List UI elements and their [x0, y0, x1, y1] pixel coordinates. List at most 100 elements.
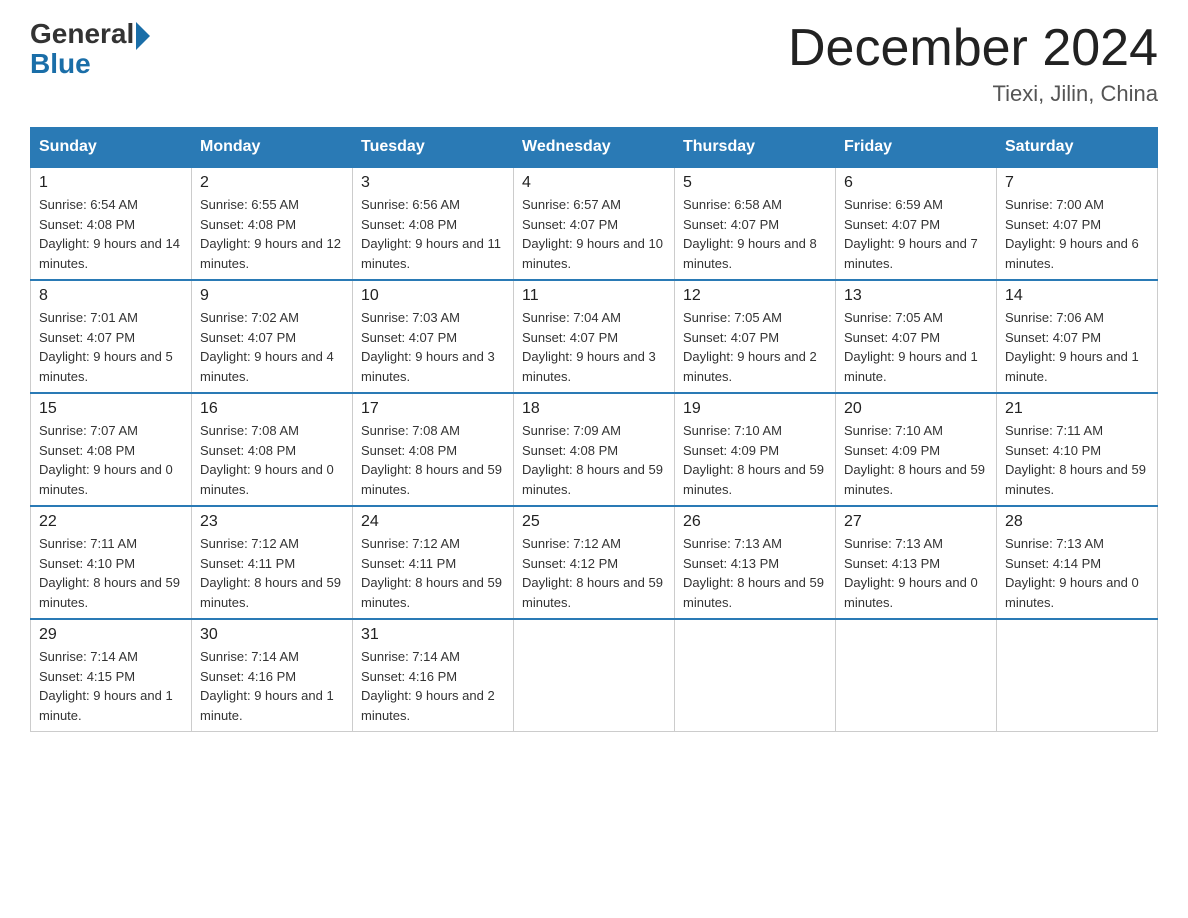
day-info: Sunrise: 7:00 AMSunset: 4:07 PMDaylight:… [1005, 195, 1149, 273]
week-row-2: 8 Sunrise: 7:01 AMSunset: 4:07 PMDaylight… [31, 280, 1158, 393]
day-info: Sunrise: 7:14 AMSunset: 4:15 PMDaylight:… [39, 647, 183, 725]
day-info: Sunrise: 7:10 AMSunset: 4:09 PMDaylight:… [844, 421, 988, 499]
day-cell: 25 Sunrise: 7:12 AMSunset: 4:12 PMDayligh… [514, 506, 675, 619]
day-number: 15 [39, 400, 183, 418]
page-header: General Blue December 2024 Tiexi, Jilin,… [30, 20, 1158, 107]
day-info: Sunrise: 7:04 AMSunset: 4:07 PMDaylight:… [522, 308, 666, 386]
day-number: 13 [844, 287, 988, 305]
week-row-5: 29 Sunrise: 7:14 AMSunset: 4:15 PMDayligh… [31, 619, 1158, 732]
day-cell: 11 Sunrise: 7:04 AMSunset: 4:07 PMDayligh… [514, 280, 675, 393]
day-number: 25 [522, 513, 666, 531]
header-cell-wednesday: Wednesday [514, 128, 675, 168]
day-number: 4 [522, 174, 666, 192]
day-cell [836, 619, 997, 732]
title-block: December 2024 Tiexi, Jilin, China [788, 20, 1158, 107]
day-info: Sunrise: 6:55 AMSunset: 4:08 PMDaylight:… [200, 195, 344, 273]
day-info: Sunrise: 7:03 AMSunset: 4:07 PMDaylight:… [361, 308, 505, 386]
day-cell: 8 Sunrise: 7:01 AMSunset: 4:07 PMDaylight… [31, 280, 192, 393]
day-info: Sunrise: 6:57 AMSunset: 4:07 PMDaylight:… [522, 195, 666, 273]
day-number: 6 [844, 174, 988, 192]
header-row: SundayMondayTuesdayWednesdayThursdayFrid… [31, 128, 1158, 168]
day-cell: 19 Sunrise: 7:10 AMSunset: 4:09 PMDayligh… [675, 393, 836, 506]
day-number: 31 [361, 626, 505, 644]
day-info: Sunrise: 7:12 AMSunset: 4:11 PMDaylight:… [361, 534, 505, 612]
day-info: Sunrise: 7:06 AMSunset: 4:07 PMDaylight:… [1005, 308, 1149, 386]
day-number: 19 [683, 400, 827, 418]
day-cell: 6 Sunrise: 6:59 AMSunset: 4:07 PMDaylight… [836, 167, 997, 280]
day-info: Sunrise: 7:11 AMSunset: 4:10 PMDaylight:… [1005, 421, 1149, 499]
calendar-table: SundayMondayTuesdayWednesdayThursdayFrid… [30, 127, 1158, 732]
day-number: 11 [522, 287, 666, 305]
header-cell-friday: Friday [836, 128, 997, 168]
calendar-title: December 2024 [788, 20, 1158, 77]
day-cell: 23Sunrise: 7:12 AMSunset: 4:11 PMDayligh… [192, 506, 353, 619]
day-cell: 14 Sunrise: 7:06 AMSunset: 4:07 PMDayligh… [997, 280, 1158, 393]
day-info: Sunrise: 6:54 AMSunset: 4:08 PMDaylight:… [39, 195, 183, 273]
day-number: 17 [361, 400, 505, 418]
day-number: 29 [39, 626, 183, 644]
day-cell: 29 Sunrise: 7:14 AMSunset: 4:15 PMDayligh… [31, 619, 192, 732]
day-number: 8 [39, 287, 183, 305]
day-cell: 7Sunrise: 7:00 AMSunset: 4:07 PMDaylight… [997, 167, 1158, 280]
day-number: 1 [39, 174, 183, 192]
day-info: Sunrise: 7:05 AMSunset: 4:07 PMDaylight:… [844, 308, 988, 386]
day-number: 28 [1005, 513, 1149, 531]
day-cell: 31Sunrise: 7:14 AMSunset: 4:16 PMDayligh… [353, 619, 514, 732]
week-row-4: 22Sunrise: 7:11 AMSunset: 4:10 PMDayligh… [31, 506, 1158, 619]
day-cell [514, 619, 675, 732]
day-number: 27 [844, 513, 988, 531]
day-number: 30 [200, 626, 344, 644]
day-cell: 22Sunrise: 7:11 AMSunset: 4:10 PMDayligh… [31, 506, 192, 619]
day-cell: 30Sunrise: 7:14 AMSunset: 4:16 PMDayligh… [192, 619, 353, 732]
header-cell-thursday: Thursday [675, 128, 836, 168]
logo-blue: Blue [30, 48, 91, 80]
header-cell-monday: Monday [192, 128, 353, 168]
day-info: Sunrise: 7:13 AMSunset: 4:14 PMDaylight:… [1005, 534, 1149, 612]
day-info: Sunrise: 6:58 AMSunset: 4:07 PMDaylight:… [683, 195, 827, 273]
day-cell: 16 Sunrise: 7:08 AMSunset: 4:08 PMDayligh… [192, 393, 353, 506]
day-info: Sunrise: 7:07 AMSunset: 4:08 PMDaylight:… [39, 421, 183, 499]
day-cell [997, 619, 1158, 732]
day-cell: 24Sunrise: 7:12 AMSunset: 4:11 PMDayligh… [353, 506, 514, 619]
day-info: Sunrise: 6:59 AMSunset: 4:07 PMDaylight:… [844, 195, 988, 273]
day-cell [675, 619, 836, 732]
day-cell: 20Sunrise: 7:10 AMSunset: 4:09 PMDayligh… [836, 393, 997, 506]
day-info: Sunrise: 7:09 AMSunset: 4:08 PMDaylight:… [522, 421, 666, 499]
day-cell: 21 Sunrise: 7:11 AMSunset: 4:10 PMDayligh… [997, 393, 1158, 506]
day-number: 18 [522, 400, 666, 418]
day-number: 2 [200, 174, 344, 192]
header-cell-tuesday: Tuesday [353, 128, 514, 168]
day-cell: 2 Sunrise: 6:55 AMSunset: 4:08 PMDaylight… [192, 167, 353, 280]
day-cell: 5 Sunrise: 6:58 AMSunset: 4:07 PMDaylight… [675, 167, 836, 280]
day-cell: 10 Sunrise: 7:03 AMSunset: 4:07 PMDayligh… [353, 280, 514, 393]
day-number: 26 [683, 513, 827, 531]
day-cell: 4 Sunrise: 6:57 AMSunset: 4:07 PMDaylight… [514, 167, 675, 280]
day-number: 23 [200, 513, 344, 531]
day-cell: 9Sunrise: 7:02 AMSunset: 4:07 PMDaylight… [192, 280, 353, 393]
day-info: Sunrise: 7:08 AMSunset: 4:08 PMDaylight:… [200, 421, 344, 499]
day-number: 5 [683, 174, 827, 192]
logo-general: General [30, 18, 134, 49]
day-number: 14 [1005, 287, 1149, 305]
day-number: 16 [200, 400, 344, 418]
week-row-3: 15 Sunrise: 7:07 AMSunset: 4:08 PMDayligh… [31, 393, 1158, 506]
day-number: 3 [361, 174, 505, 192]
day-cell: 3 Sunrise: 6:56 AMSunset: 4:08 PMDaylight… [353, 167, 514, 280]
day-cell: 28 Sunrise: 7:13 AMSunset: 4:14 PMDayligh… [997, 506, 1158, 619]
day-info: Sunrise: 7:12 AMSunset: 4:12 PMDaylight:… [522, 534, 666, 612]
day-info: Sunrise: 7:13 AMSunset: 4:13 PMDaylight:… [844, 534, 988, 612]
logo-arrow-icon [136, 22, 150, 50]
day-info: Sunrise: 6:56 AMSunset: 4:08 PMDaylight:… [361, 195, 505, 273]
day-cell: 17Sunrise: 7:08 AMSunset: 4:08 PMDayligh… [353, 393, 514, 506]
day-number: 21 [1005, 400, 1149, 418]
day-cell: 13 Sunrise: 7:05 AMSunset: 4:07 PMDayligh… [836, 280, 997, 393]
day-number: 12 [683, 287, 827, 305]
day-info: Sunrise: 7:01 AMSunset: 4:07 PMDaylight:… [39, 308, 183, 386]
day-info: Sunrise: 7:11 AMSunset: 4:10 PMDaylight:… [39, 534, 183, 612]
week-row-1: 1 Sunrise: 6:54 AMSunset: 4:08 PMDaylight… [31, 167, 1158, 280]
day-cell: 26Sunrise: 7:13 AMSunset: 4:13 PMDayligh… [675, 506, 836, 619]
day-info: Sunrise: 7:10 AMSunset: 4:09 PMDaylight:… [683, 421, 827, 499]
day-number: 10 [361, 287, 505, 305]
logo-top: General [30, 20, 150, 50]
day-number: 9 [200, 287, 344, 305]
